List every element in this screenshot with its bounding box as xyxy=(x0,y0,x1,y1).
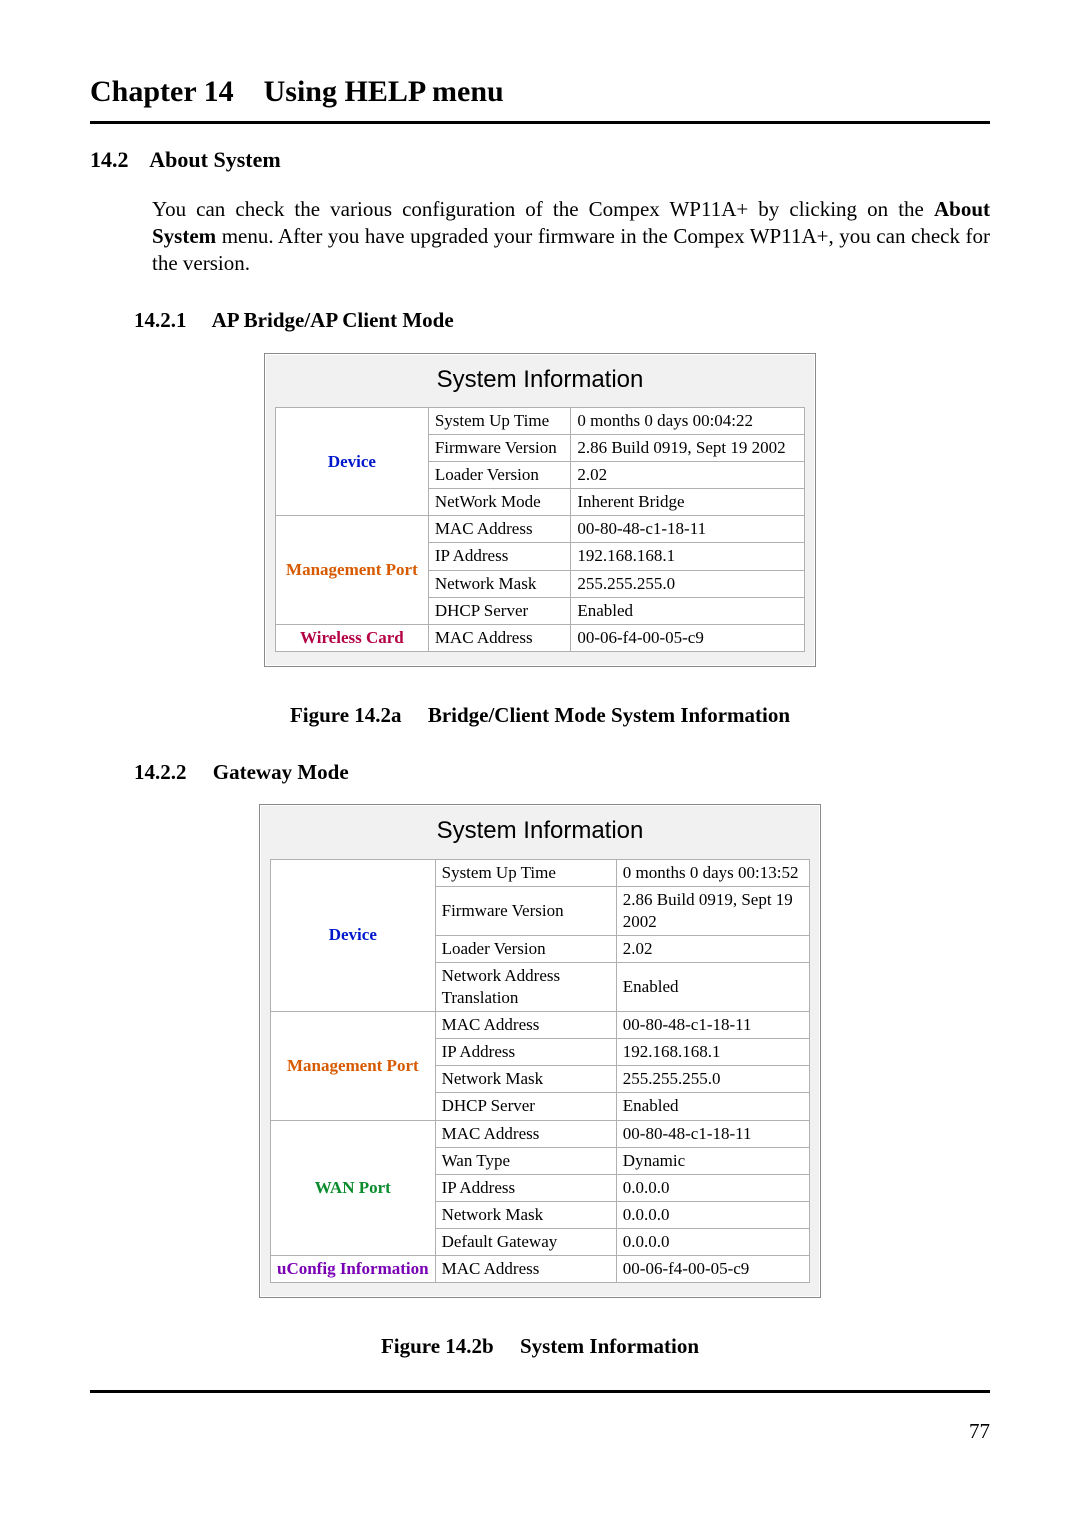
field-label: Wan Type xyxy=(435,1147,616,1174)
system-info-panel-bridge: System Information Device System Up Time… xyxy=(264,353,816,667)
figure-number: Figure 14.2b xyxy=(381,1334,494,1358)
table-row: uConfig Information MAC Address 00-06-f4… xyxy=(271,1256,810,1283)
category-device: Device xyxy=(271,859,436,1012)
field-label: Firmware Version xyxy=(428,435,571,462)
field-label: Loader Version xyxy=(428,462,571,489)
field-label: Network Address Translation xyxy=(435,962,616,1011)
subsection-number: 14.2.2 xyxy=(134,760,187,784)
field-value: 255.255.255.0 xyxy=(616,1066,809,1093)
subsection-heading-1: 14.2.1 AP Bridge/AP Client Mode xyxy=(134,307,990,334)
figure-number: Figure 14.2a xyxy=(290,703,402,727)
field-label: DHCP Server xyxy=(428,597,571,624)
body-run2: menu. After you have upgraded your firmw… xyxy=(152,224,990,275)
table-row: Wireless Card MAC Address 00-06-f4-00-05… xyxy=(276,624,805,651)
table-row: Device System Up Time 0 months 0 days 00… xyxy=(271,859,810,886)
page-number: 77 xyxy=(90,1418,990,1445)
field-label: NetWork Mode xyxy=(428,489,571,516)
field-value: 2.02 xyxy=(571,462,805,489)
field-label: Network Mask xyxy=(435,1066,616,1093)
field-value: 2.86 Build 0919, Sept 19 2002 xyxy=(616,886,809,935)
field-label: Loader Version xyxy=(435,935,616,962)
field-label: Default Gateway xyxy=(435,1228,616,1255)
field-label: IP Address xyxy=(428,543,571,570)
field-label: MAC Address xyxy=(428,516,571,543)
figure-title: System Information xyxy=(520,1334,699,1358)
subsection-number: 14.2.1 xyxy=(134,308,187,332)
field-label: MAC Address xyxy=(435,1256,616,1283)
field-value: 255.255.255.0 xyxy=(571,570,805,597)
table-row: WAN Port MAC Address 00-80-48-c1-18-11 xyxy=(271,1120,810,1147)
figure-caption-2: Figure 14.2b System Information xyxy=(90,1333,990,1360)
field-value: 0 months 0 days 00:13:52 xyxy=(616,859,809,886)
field-value: 00-80-48-c1-18-11 xyxy=(616,1012,809,1039)
field-value: 00-80-48-c1-18-11 xyxy=(571,516,805,543)
field-label: System Up Time xyxy=(435,859,616,886)
rule-top xyxy=(90,121,990,124)
system-info-table: Device System Up Time 0 months 0 days 00… xyxy=(270,859,810,1284)
table-row: Management Port MAC Address 00-80-48-c1-… xyxy=(276,516,805,543)
field-label: IP Address xyxy=(435,1039,616,1066)
field-value: Inherent Bridge xyxy=(571,489,805,516)
field-value: Enabled xyxy=(616,962,809,1011)
category-wan-port: WAN Port xyxy=(271,1120,436,1255)
field-label: IP Address xyxy=(435,1174,616,1201)
field-value: 2.86 Build 0919, Sept 19 2002 xyxy=(571,435,805,462)
section-heading: 14.2 About System xyxy=(90,146,990,175)
panel-title: System Information xyxy=(260,805,820,858)
field-value: 00-80-48-c1-18-11 xyxy=(616,1120,809,1147)
field-label: Firmware Version xyxy=(435,886,616,935)
table-row: Device System Up Time 0 months 0 days 00… xyxy=(276,407,805,434)
subsection-title: AP Bridge/AP Client Mode xyxy=(212,308,454,332)
field-value: 0.0.0.0 xyxy=(616,1201,809,1228)
system-info-panel-gateway: System Information Device System Up Time… xyxy=(259,804,821,1298)
rule-bottom xyxy=(90,1390,990,1393)
chapter-title-text: Using HELP menu xyxy=(264,75,504,108)
field-value: Enabled xyxy=(616,1093,809,1120)
category-management-port: Management Port xyxy=(271,1012,436,1120)
field-value: 0.0.0.0 xyxy=(616,1174,809,1201)
category-uconfig: uConfig Information xyxy=(271,1256,436,1283)
field-label: MAC Address xyxy=(435,1120,616,1147)
chapter-label: Chapter 14 xyxy=(90,75,234,108)
section-number: 14.2 xyxy=(90,147,129,172)
field-label: Network Mask xyxy=(435,1201,616,1228)
section-body: You can check the various configuration … xyxy=(152,196,990,278)
field-value: 2.02 xyxy=(616,935,809,962)
field-value: 192.168.168.1 xyxy=(571,543,805,570)
field-value: 00-06-f4-00-05-c9 xyxy=(616,1256,809,1283)
panel-title: System Information xyxy=(265,354,815,407)
system-info-table: Device System Up Time 0 months 0 days 00… xyxy=(275,407,805,652)
field-value: 00-06-f4-00-05-c9 xyxy=(571,624,805,651)
field-label: System Up Time xyxy=(428,407,571,434)
field-value: 0 months 0 days 00:04:22 xyxy=(571,407,805,434)
field-value: Enabled xyxy=(571,597,805,624)
field-label: Network Mask xyxy=(428,570,571,597)
field-label: MAC Address xyxy=(428,624,571,651)
category-management-port: Management Port xyxy=(276,516,429,624)
table-row: Management Port MAC Address 00-80-48-c1-… xyxy=(271,1012,810,1039)
category-device: Device xyxy=(276,407,429,515)
field-value: 0.0.0.0 xyxy=(616,1228,809,1255)
field-value: 192.168.168.1 xyxy=(616,1039,809,1066)
figure-title: Bridge/Client Mode System Information xyxy=(428,703,790,727)
chapter-heading: Chapter 14 Using HELP menu xyxy=(90,72,990,111)
section-title: About System xyxy=(149,147,280,172)
category-wireless-card: Wireless Card xyxy=(276,624,429,651)
body-run1: You can check the various configuration … xyxy=(152,197,934,221)
field-label: DHCP Server xyxy=(435,1093,616,1120)
subsection-heading-2: 14.2.2 Gateway Mode xyxy=(134,759,990,786)
figure-caption-1: Figure 14.2a Bridge/Client Mode System I… xyxy=(90,702,990,729)
subsection-title: Gateway Mode xyxy=(213,760,349,784)
field-label: MAC Address xyxy=(435,1012,616,1039)
field-value: Dynamic xyxy=(616,1147,809,1174)
